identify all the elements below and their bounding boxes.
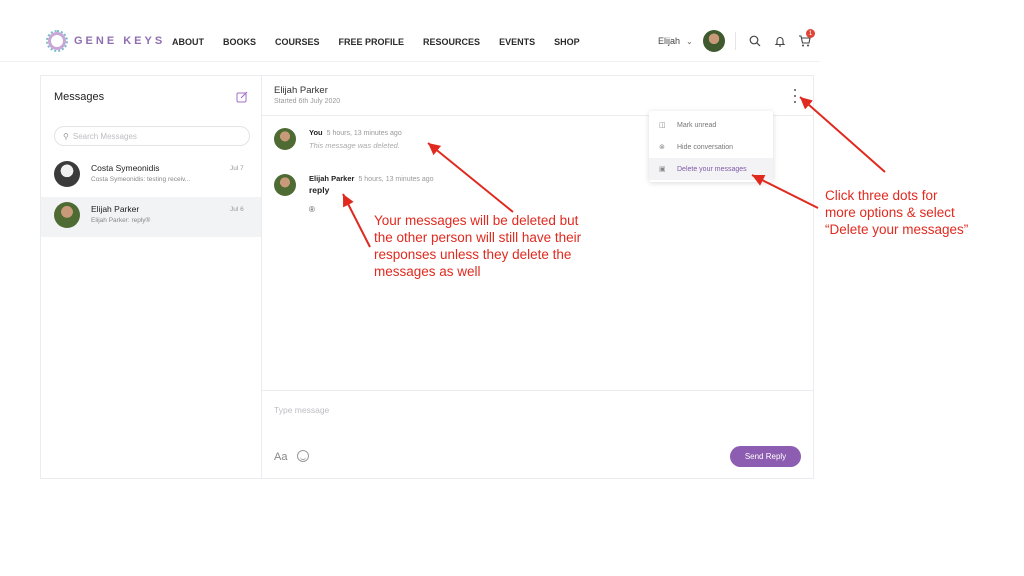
- top-navigation: GENE KEYS ABOUT BOOKS COURSES FREE PROFI…: [0, 0, 820, 62]
- menu-item-delete-messages[interactable]: ▣ Delete your messages: [649, 158, 773, 180]
- menu-item-mark-unread[interactable]: ◫ Mark unread: [649, 114, 773, 136]
- avatar: [54, 202, 80, 228]
- message-time: 5 hours, 13 minutes ago: [358, 176, 434, 183]
- thread-date: Jul 6: [230, 206, 244, 213]
- brand-name: GENE KEYS: [74, 35, 166, 47]
- menu-item-label: Hide conversation: [677, 143, 734, 151]
- bell-icon[interactable]: [773, 34, 787, 48]
- avatar[interactable]: [702, 30, 725, 52]
- annotation-deleted-note: Your messages will be deleted but the ot…: [374, 213, 582, 279]
- nav-link-shop[interactable]: SHOP: [554, 37, 580, 47]
- composer: Type message Aa Send Reply: [262, 390, 813, 479]
- annotation-options-note: Click three dots for more options & sele…: [825, 188, 969, 237]
- hide-icon: ⊗: [659, 144, 665, 151]
- nav-link-about[interactable]: ABOUT: [172, 37, 204, 47]
- search-box: ⚲: [54, 126, 250, 146]
- nav-link-free-profile[interactable]: FREE PROFILE: [339, 37, 405, 47]
- thread-preview: Elijah Parker: reply®: [91, 217, 151, 224]
- send-reply-button[interactable]: Send Reply: [730, 446, 801, 467]
- search-icon: ⚲: [63, 131, 69, 141]
- chevron-down-icon: ⌄: [686, 36, 693, 46]
- nav-link-resources[interactable]: RESOURCES: [423, 37, 480, 47]
- thread-item-elijah[interactable]: Elijah Parker Elijah Parker: reply® Jul …: [41, 197, 261, 237]
- message-attachment: ®: [309, 205, 315, 214]
- format-text-button[interactable]: Aa: [274, 451, 287, 463]
- message-author: You 5 hours, 13 minutes ago: [309, 128, 402, 137]
- nav-divider: [735, 32, 736, 50]
- menu-item-label: Delete your messages: [677, 165, 747, 173]
- messages-sidebar: Messages ⚲ Costa Symeonidis Costa Symeon…: [41, 76, 262, 478]
- search-icon[interactable]: [748, 34, 762, 48]
- avatar: [54, 161, 80, 187]
- conversation-header: Elijah Parker Started 6th July 2020: [262, 76, 813, 116]
- user-name: Elijah: [658, 36, 681, 46]
- trash-icon: ▣: [659, 166, 666, 173]
- nav-link-books[interactable]: BOOKS: [223, 37, 256, 47]
- brand-logo[interactable]: GENE KEYS: [46, 30, 165, 52]
- user-menu[interactable]: Elijah ⌄: [658, 30, 725, 52]
- conversation-started-date: Started 6th July 2020: [274, 98, 341, 105]
- message-text: reply: [309, 185, 330, 195]
- search-input[interactable]: [72, 131, 233, 141]
- message-input[interactable]: Type message: [274, 405, 329, 415]
- logo-mark-icon: [46, 30, 68, 52]
- cart-count-badge: 1: [806, 29, 815, 38]
- menu-item-hide-conversation[interactable]: ⊗ Hide conversation: [649, 136, 773, 158]
- avatar: [274, 128, 296, 150]
- avatar: [274, 174, 296, 196]
- thread-item-costa[interactable]: Costa Symeonidis Costa Symeonidis: testi…: [41, 156, 261, 196]
- compose-icon[interactable]: [236, 90, 248, 103]
- thread-name: Elijah Parker: [91, 204, 140, 214]
- sidebar-title: Messages: [54, 91, 105, 103]
- emoji-icon[interactable]: [297, 450, 309, 462]
- thread-preview: Costa Symeonidis: testing receiv...: [91, 176, 191, 183]
- message-time: 5 hours, 13 minutes ago: [326, 130, 402, 137]
- more-options-icon[interactable]: [791, 89, 799, 103]
- menu-item-label: Mark unread: [677, 121, 717, 129]
- message-author: Elijah Parker 5 hours, 13 minutes ago: [309, 174, 434, 183]
- main-menu: ABOUT BOOKS COURSES FREE PROFILE RESOURC…: [172, 37, 599, 47]
- nav-link-courses[interactable]: COURSES: [275, 37, 320, 47]
- thread-date: Jul 7: [230, 165, 244, 172]
- conversation-title[interactable]: Elijah Parker: [274, 85, 328, 96]
- message-text: This message was deleted.: [309, 141, 400, 150]
- inbox-icon: ◫: [659, 122, 666, 129]
- thread-name: Costa Symeonidis: [91, 163, 160, 173]
- nav-link-events[interactable]: EVENTS: [499, 37, 535, 47]
- options-dropdown: ◫ Mark unread ⊗ Hide conversation ▣ Dele…: [649, 111, 773, 182]
